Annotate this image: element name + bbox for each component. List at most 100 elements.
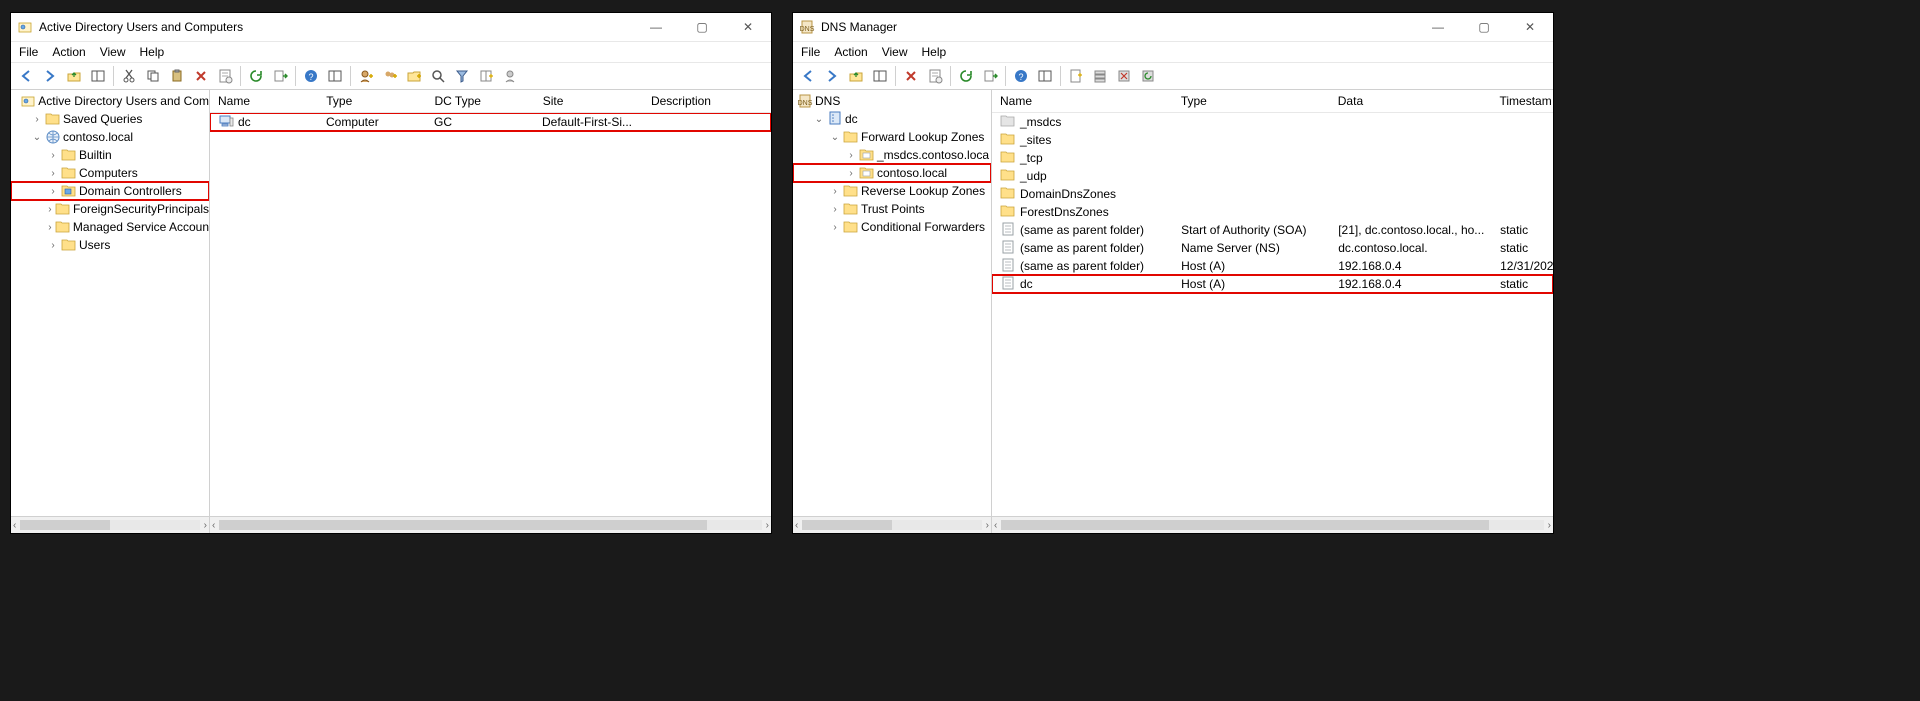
table-row[interactable]: (same as parent folder)Start of Authorit…	[992, 221, 1553, 239]
up-button[interactable]	[63, 65, 85, 87]
menu-action[interactable]: Action	[834, 45, 867, 59]
tree-forward-lookup[interactable]: ⌄ Forward Lookup Zones	[793, 128, 991, 146]
export-list-button[interactable]	[979, 65, 1001, 87]
tree-contoso-zone[interactable]: › contoso.local	[793, 164, 991, 182]
tree-item[interactable]: ›ForeignSecurityPrincipals	[11, 200, 209, 218]
list-scrollbar[interactable]: ‹›	[210, 516, 771, 533]
list-scrollbar[interactable]: ‹›	[992, 516, 1553, 533]
maximize-button[interactable]: ▢	[1461, 13, 1507, 41]
add-columns-button[interactable]	[475, 65, 497, 87]
new-ou-button[interactable]	[403, 65, 425, 87]
close-button[interactable]: ✕	[1507, 13, 1553, 41]
tree-msdcs-zone[interactable]: › _msdcs.contoso.loca	[793, 146, 991, 164]
tree-scrollbar[interactable]: ‹›	[11, 516, 209, 533]
cell-type: Host (A)	[1173, 277, 1330, 291]
table-row[interactable]: DomainDnsZones	[992, 185, 1553, 203]
col-type[interactable]: Type	[318, 90, 426, 112]
list-header[interactable]: Name Type DC Type Site Description	[210, 90, 771, 113]
server-remove-button[interactable]	[1113, 65, 1135, 87]
col-data[interactable]: Data	[1330, 90, 1492, 112]
tree-item[interactable]: ›Builtin	[11, 146, 209, 164]
forward-button[interactable]	[821, 65, 843, 87]
show-hide-action-pane[interactable]	[324, 65, 346, 87]
menu-file[interactable]: File	[19, 45, 38, 59]
menu-file[interactable]: File	[801, 45, 820, 59]
properties-button[interactable]	[924, 65, 946, 87]
tree-trust-points[interactable]: › Trust Points	[793, 200, 991, 218]
cut-button[interactable]	[118, 65, 140, 87]
table-row[interactable]: _tcp	[992, 149, 1553, 167]
table-row[interactable]: ForestDnsZones	[992, 203, 1553, 221]
aduc-titlebar[interactable]: Active Directory Users and Computers — ▢…	[11, 13, 771, 42]
dns-list[interactable]: Name Type Data Timestam _msdcs_sites_tcp…	[992, 90, 1553, 533]
col-timestamp[interactable]: Timestam	[1492, 90, 1554, 112]
menu-action[interactable]: Action	[52, 45, 85, 59]
table-row[interactable]: _sites	[992, 131, 1553, 149]
table-row[interactable]: dcComputerGCDefault-First-Si...	[210, 113, 771, 131]
tree-dns-root[interactable]: DNS	[793, 92, 991, 110]
up-button[interactable]	[845, 65, 867, 87]
back-button[interactable]	[797, 65, 819, 87]
help-button[interactable]	[300, 65, 322, 87]
copy-button[interactable]	[142, 65, 164, 87]
new-user-button[interactable]	[355, 65, 377, 87]
paste-button[interactable]	[166, 65, 188, 87]
menu-help[interactable]: Help	[140, 45, 165, 59]
show-hide-tree-button[interactable]	[869, 65, 891, 87]
dns-titlebar[interactable]: DNS Manager — ▢ ✕	[793, 13, 1553, 42]
col-dctype[interactable]: DC Type	[426, 90, 534, 112]
refresh-button[interactable]	[955, 65, 977, 87]
new-record-button[interactable]	[1065, 65, 1087, 87]
menu-help[interactable]: Help	[922, 45, 947, 59]
new-group-button[interactable]	[379, 65, 401, 87]
aduc-title: Active Directory Users and Computers	[39, 20, 633, 34]
col-name[interactable]: Name	[210, 90, 318, 112]
close-button[interactable]: ✕	[725, 13, 771, 41]
minimize-button[interactable]: —	[633, 13, 679, 41]
col-name[interactable]: Name	[992, 90, 1173, 112]
tree-conditional-forwarders[interactable]: › Conditional Forwarders	[793, 218, 991, 236]
dns-tree[interactable]: DNS ⌄ dc ⌄ Forward Lookup Zones ›	[793, 90, 992, 533]
server-refresh-button[interactable]	[1137, 65, 1159, 87]
tree-server[interactable]: ⌄ dc	[793, 110, 991, 128]
maximize-button[interactable]: ▢	[679, 13, 725, 41]
tree-item[interactable]: ›Domain Controllers	[11, 182, 209, 200]
tree-root[interactable]: Active Directory Users and Com	[11, 92, 209, 110]
tree-scrollbar[interactable]: ‹›	[793, 516, 991, 533]
show-hide-action-pane[interactable]	[1034, 65, 1056, 87]
filter-button[interactable]	[451, 65, 473, 87]
list-header[interactable]: Name Type Data Timestam	[992, 90, 1553, 113]
tree-reverse-lookup[interactable]: › Reverse Lookup Zones	[793, 182, 991, 200]
forward-button[interactable]	[39, 65, 61, 87]
tree-item[interactable]: ›Managed Service Accoun	[11, 218, 209, 236]
refresh-button[interactable]	[245, 65, 267, 87]
table-row[interactable]: (same as parent folder)Name Server (NS)d…	[992, 239, 1553, 257]
table-row[interactable]: dcHost (A)192.168.0.4static	[992, 275, 1553, 293]
menu-view[interactable]: View	[882, 45, 908, 59]
table-row[interactable]: _udp	[992, 167, 1553, 185]
properties-button[interactable]	[214, 65, 236, 87]
aduc-list[interactable]: Name Type DC Type Site Description dcCom…	[210, 90, 771, 533]
server-stack-button[interactable]	[1089, 65, 1111, 87]
tree-item[interactable]: ›Computers	[11, 164, 209, 182]
table-row[interactable]: (same as parent folder)Host (A)192.168.0…	[992, 257, 1553, 275]
aduc-tree[interactable]: Active Directory Users and Com › Saved Q…	[11, 90, 210, 533]
col-description[interactable]: Description	[643, 90, 771, 112]
tree-saved-queries[interactable]: › Saved Queries	[11, 110, 209, 128]
export-list-button[interactable]	[269, 65, 291, 87]
back-button[interactable]	[15, 65, 37, 87]
col-site[interactable]: Site	[535, 90, 643, 112]
show-hide-tree-button[interactable]	[87, 65, 109, 87]
delete-button[interactable]	[900, 65, 922, 87]
minimize-button[interactable]: —	[1415, 13, 1461, 41]
members-button[interactable]	[499, 65, 521, 87]
tree-item[interactable]: ›Users	[11, 236, 209, 254]
find-button[interactable]	[427, 65, 449, 87]
tree-domain[interactable]: ⌄ contoso.local	[11, 128, 209, 146]
delete-button[interactable]	[190, 65, 212, 87]
menu-view[interactable]: View	[100, 45, 126, 59]
folder-icon	[61, 183, 77, 199]
table-row[interactable]: _msdcs	[992, 113, 1553, 131]
col-type[interactable]: Type	[1173, 90, 1330, 112]
help-button[interactable]	[1010, 65, 1032, 87]
